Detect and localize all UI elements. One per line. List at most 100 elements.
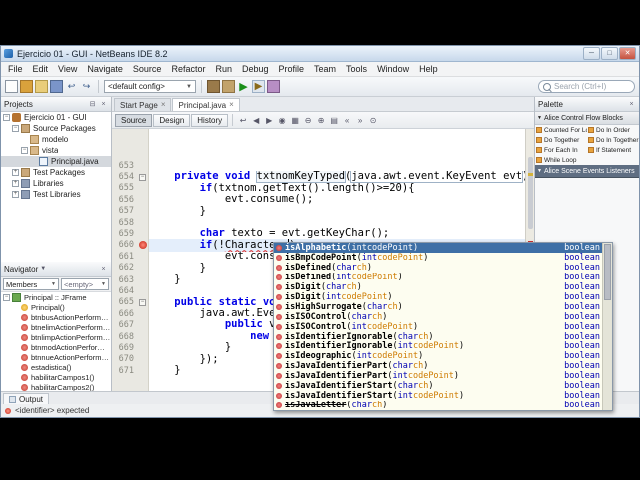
debug-icon[interactable]: ▶ xyxy=(252,80,265,93)
completion-item[interactable]: isJavaIdentifierStart(char ch) boolean xyxy=(274,381,602,391)
minimize-button[interactable]: ─ xyxy=(583,47,600,60)
collapse-icon[interactable]: − xyxy=(12,125,19,132)
line-number[interactable]: 657 xyxy=(112,206,136,216)
quick-search-input[interactable]: Search (Ctrl+I) xyxy=(538,80,635,93)
menu-refactor[interactable]: Refactor xyxy=(166,64,210,74)
completion-item[interactable]: isBmpCodePoint(int codePoint) boolean xyxy=(274,253,602,263)
line-number[interactable]: 660 xyxy=(112,240,136,250)
expand-icon[interactable]: + xyxy=(12,191,19,198)
view-history-button[interactable]: History xyxy=(191,113,229,127)
palette-item[interactable]: Do In Order xyxy=(587,125,639,135)
line-number[interactable]: 670 xyxy=(112,354,136,364)
completion-item[interactable]: isJavaIdentifierStart(int codePoint) bool… xyxy=(274,391,602,401)
close-button[interactable]: ✕ xyxy=(619,47,636,60)
line-number[interactable]: 663 xyxy=(112,275,136,285)
scrollbar-thumb[interactable] xyxy=(604,244,611,300)
line-number[interactable]: 671 xyxy=(112,366,136,376)
palette-item[interactable]: For Each In xyxy=(535,145,587,155)
members-view-select[interactable]: Members ▼ xyxy=(3,278,59,290)
save-all-icon[interactable] xyxy=(50,80,63,93)
line-number[interactable]: 662 xyxy=(112,263,136,273)
completion-item[interactable]: isIdentifierIgnorable(int codePoint) bool… xyxy=(274,341,602,351)
tree-item[interactable]: + Libraries xyxy=(1,178,111,189)
collapse-icon[interactable]: − xyxy=(3,114,10,121)
line-number[interactable]: 659 xyxy=(112,229,136,239)
maximize-button[interactable]: □ xyxy=(601,47,618,60)
output-panel-tab[interactable]: Output xyxy=(3,393,50,404)
previous-bookmark-icon[interactable]: ⊖ xyxy=(302,114,314,126)
clean-build-icon[interactable] xyxy=(222,80,235,93)
tree-item[interactable]: − Source Packages xyxy=(1,123,111,134)
fold-icon[interactable]: − xyxy=(136,298,149,306)
code-line[interactable]: 653 xyxy=(112,160,526,171)
code-line[interactable]: 658 xyxy=(112,217,526,228)
warning-mark[interactable] xyxy=(528,173,533,176)
menu-edit[interactable]: Edit xyxy=(28,64,54,74)
run-icon[interactable]: ▶ xyxy=(237,80,250,93)
titlebar[interactable]: Ejercicio 01 - GUI - NetBeans IDE 8.2 ─ … xyxy=(1,46,639,62)
view-source-button[interactable]: Source xyxy=(115,113,153,127)
tree-item[interactable]: btnelimActionPerformed( xyxy=(1,322,111,332)
tree-item[interactable]: − vista xyxy=(1,145,111,156)
palette-item[interactable]: Counted For Loop xyxy=(535,125,587,135)
error-badge-icon[interactable] xyxy=(136,241,149,250)
line-number[interactable]: 665 xyxy=(112,297,136,307)
tree-item[interactable]: btnlimpActionPerformed( xyxy=(1,332,111,342)
expand-icon[interactable]: + xyxy=(12,180,19,187)
build-icon[interactable] xyxy=(207,80,220,93)
scrollbar-thumb[interactable] xyxy=(528,157,533,229)
menu-window[interactable]: Window xyxy=(372,64,414,74)
toggle-bookmark-icon[interactable]: ▤ xyxy=(328,114,340,126)
line-number[interactable]: 669 xyxy=(112,343,136,353)
menu-debug[interactable]: Debug xyxy=(237,64,274,74)
menu-navigate[interactable]: Navigate xyxy=(82,64,128,74)
completion-item[interactable]: isAlphabetic(int codePoint) boolean xyxy=(274,243,602,253)
expand-icon[interactable]: + xyxy=(12,169,19,176)
tree-item[interactable]: btnbusActionPerformed(A xyxy=(1,312,111,322)
menu-file[interactable]: File xyxy=(3,64,28,74)
tree-item[interactable]: btnmodActionPerformed( xyxy=(1,342,111,352)
line-number[interactable]: 666 xyxy=(112,309,136,319)
completion-scrollbar[interactable] xyxy=(602,243,612,410)
code-line[interactable]: 657 } xyxy=(112,206,526,217)
back-icon[interactable]: ◀ xyxy=(250,114,262,126)
tree-item[interactable]: Principal.java xyxy=(1,156,111,167)
completion-item[interactable]: isDefined(char ch) boolean xyxy=(274,263,602,273)
menu-run[interactable]: Run xyxy=(210,64,237,74)
completion-item[interactable]: isISOControl(char ch) boolean xyxy=(274,312,602,322)
menu-team[interactable]: Team xyxy=(309,64,341,74)
tree-item[interactable]: − Ejercicio 01 - GUI xyxy=(1,112,111,123)
tree-item[interactable]: + Test Libraries xyxy=(1,189,111,200)
line-number[interactable]: 664 xyxy=(112,286,136,296)
filter-select[interactable]: <empty> ▼ xyxy=(61,278,109,290)
open-project-icon[interactable] xyxy=(35,80,48,93)
next-bookmark-icon[interactable]: ⊕ xyxy=(315,114,327,126)
completion-item[interactable]: isIdentifierIgnorable(char ch) boolean xyxy=(274,332,602,341)
completion-item[interactable]: isJavaLetter(char ch) boolean xyxy=(274,401,602,410)
tree-item[interactable]: modelo xyxy=(1,134,111,145)
palette-section-header[interactable]: ▼ Alice Control Flow Blocks xyxy=(535,112,639,125)
view-design-button[interactable]: Design xyxy=(153,113,191,127)
profile-icon[interactable] xyxy=(267,80,280,93)
menu-view[interactable]: View xyxy=(53,64,82,74)
projects-panel-header[interactable]: Projects ⊟ × xyxy=(1,97,111,112)
macro-icon[interactable]: ⊙ xyxy=(367,114,379,126)
forward-icon[interactable]: ▶ xyxy=(263,114,275,126)
completion-item[interactable]: isISOControl(int codePoint) boolean xyxy=(274,322,602,332)
collapse-icon[interactable]: − xyxy=(3,293,10,301)
code-line[interactable]: 656 evt.consume(); xyxy=(112,194,526,205)
palette-item[interactable]: Do In Together xyxy=(587,135,639,145)
close-tab-icon[interactable]: × xyxy=(229,101,234,109)
line-number[interactable]: 655 xyxy=(112,183,136,193)
highlight-occurrences-icon[interactable]: ▦ xyxy=(289,114,301,126)
close-panel-icon[interactable]: × xyxy=(627,101,636,108)
tree-item[interactable]: habilitarCampos2() xyxy=(1,382,111,391)
line-number[interactable]: 661 xyxy=(112,252,136,262)
tree-item[interactable]: − Principal :: JFrame xyxy=(1,292,111,302)
undo-icon[interactable]: ↩ xyxy=(65,80,78,93)
tree-item[interactable]: Principal() xyxy=(1,302,111,312)
palette-section-header[interactable]: ▼ Alice Scene Events Listeners xyxy=(535,165,639,178)
completion-item[interactable]: isDefined(int codePoint) boolean xyxy=(274,273,602,282)
completion-item[interactable]: isJavaIdentifierPart(char ch) boolean xyxy=(274,361,602,371)
close-tab-icon[interactable]: × xyxy=(161,101,166,109)
